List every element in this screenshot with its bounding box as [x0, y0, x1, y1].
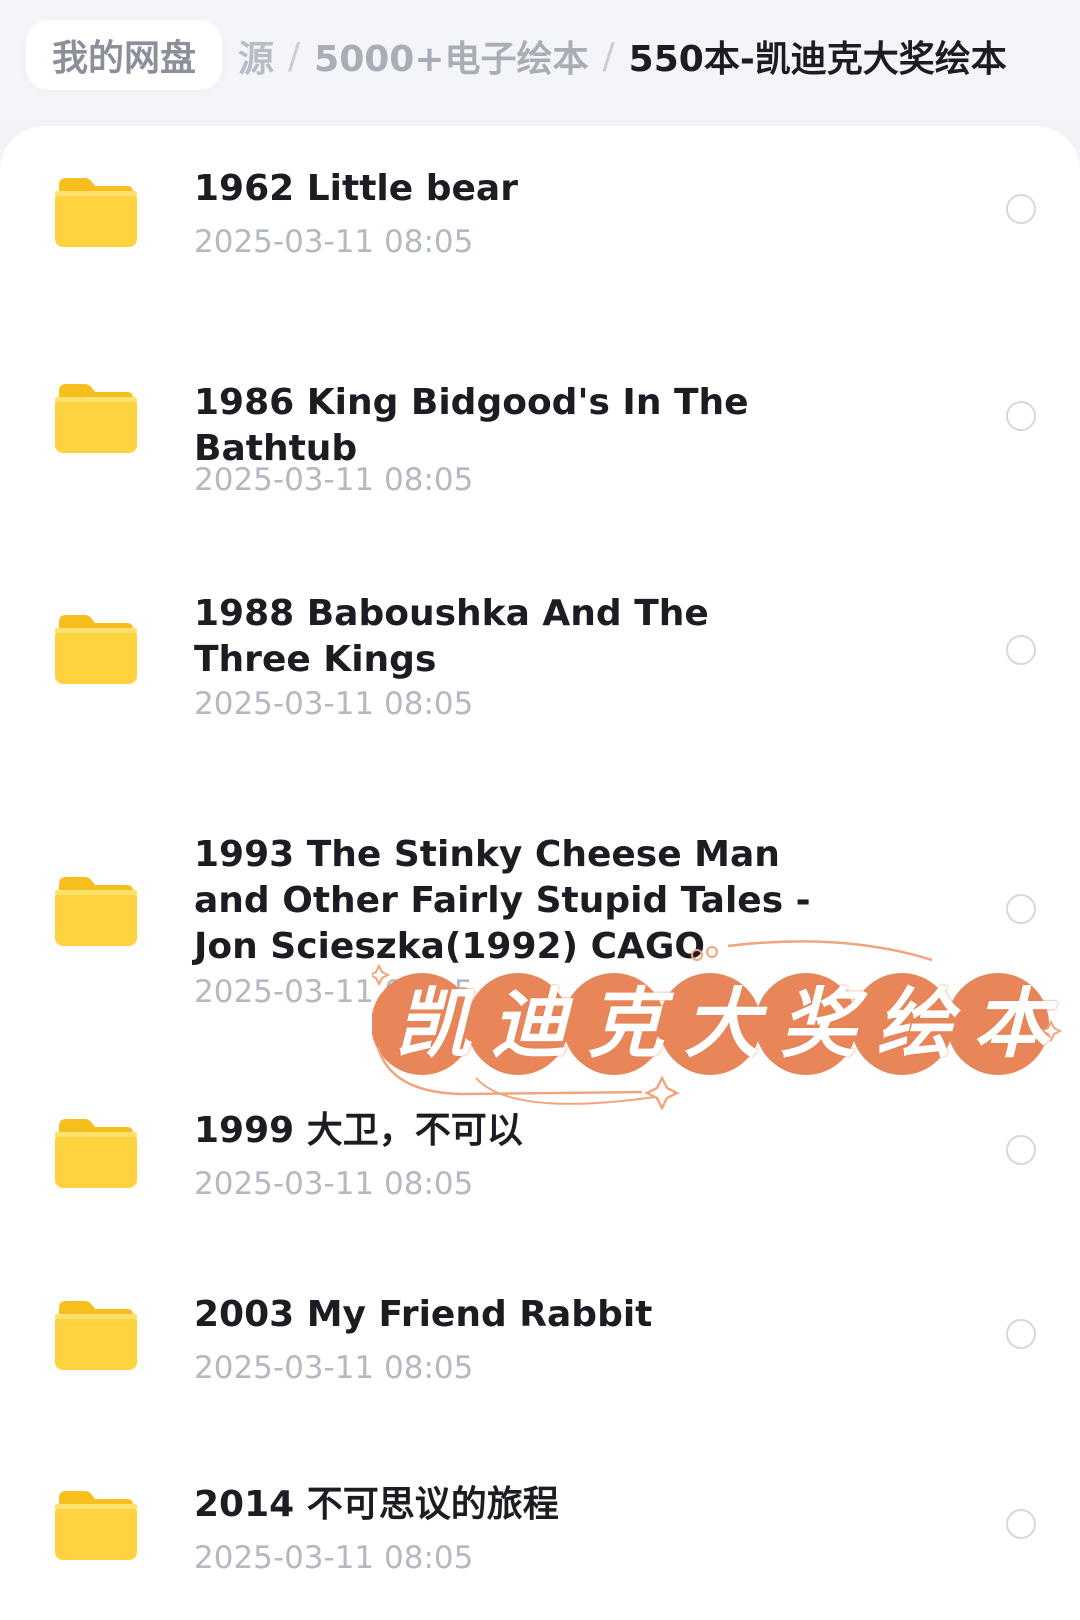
banner-title: 凯 迪 克 大 奖 绘 本 — [382, 974, 1062, 1074]
banner-char: 迪 — [491, 979, 568, 1068]
file-row[interactable]: 1962 Little bear 2025-03-11 08:05 — [0, 126, 1080, 332]
breadcrumb-separator: / — [288, 35, 301, 77]
select-checkbox[interactable] — [1006, 1319, 1036, 1349]
file-row[interactable]: 1986 King Bidgood's In The Bathtub 2025-… — [0, 332, 1080, 562]
file-row[interactable]: 2014 不可思议的旅程 2025-03-11 08:05 — [0, 1430, 1080, 1620]
select-checkbox[interactable] — [1006, 401, 1036, 431]
file-name: 1988 Baboushka And The Three Kings — [194, 593, 709, 680]
banner-char: 凯 — [395, 979, 471, 1068]
banner-char: 大 — [683, 979, 760, 1068]
banner-char: 本 — [972, 979, 1049, 1068]
select-checkbox[interactable] — [1006, 894, 1036, 924]
select-checkbox[interactable] — [1006, 194, 1036, 224]
file-name: 1962 Little bear — [194, 168, 518, 209]
file-date: 2025-03-11 08:05 — [194, 686, 474, 722]
file-date: 2025-03-11 08:05 — [194, 1350, 474, 1386]
breadcrumb: 我的网盘 源 / 5000+电子绘本 / 550本-凯迪克大奖绘本 — [0, 0, 1080, 120]
breadcrumb-separator: / — [602, 35, 615, 77]
folder-icon — [55, 175, 137, 247]
breadcrumb-path: 源 / 5000+电子绘本 / 550本-凯迪克大奖绘本 — [238, 30, 1007, 82]
select-checkbox[interactable] — [1006, 1509, 1036, 1539]
folder-icon — [55, 1298, 137, 1370]
file-date: 2025-03-11 08:05 — [194, 1166, 474, 1202]
folder-icon — [55, 1488, 137, 1560]
file-date: 2025-03-11 08:05 — [194, 1540, 474, 1576]
file-name: 2014 不可思议的旅程 — [194, 1484, 559, 1525]
promo-banner-overlay: 凯 迪 克 大 奖 绘 本 — [372, 938, 1080, 1118]
file-row[interactable]: 2003 My Friend Rabbit 2025-03-11 08:05 — [0, 1240, 1080, 1430]
breadcrumb-root-my-drive[interactable]: 我的网盘 — [26, 20, 223, 90]
folder-icon — [55, 1116, 137, 1188]
breadcrumb-current-folder: 550本-凯迪克大奖绘本 — [628, 39, 1007, 80]
banner-char: 奖 — [780, 979, 857, 1068]
folder-icon — [55, 612, 137, 684]
select-checkbox[interactable] — [1006, 635, 1036, 665]
file-date: 2025-03-11 08:05 — [194, 462, 474, 498]
breadcrumb-item-source[interactable]: 源 — [238, 30, 274, 82]
file-row[interactable]: 1988 Baboushka And The Three Kings 2025-… — [0, 562, 1080, 808]
folder-icon — [55, 381, 137, 453]
folder-icon — [55, 874, 137, 946]
banner-char: 克 — [587, 979, 664, 1068]
file-name: 1986 King Bidgood's In The Bathtub — [194, 382, 749, 469]
breadcrumb-item-ebooks[interactable]: 5000+电子绘本 — [314, 30, 588, 82]
file-date: 2025-03-11 08:05 — [194, 224, 474, 260]
file-list-panel: 1962 Little bear 2025-03-11 08:05 1986 K… — [0, 126, 1080, 1620]
select-checkbox[interactable] — [1006, 1135, 1036, 1165]
banner-char: 绘 — [876, 979, 953, 1068]
file-name: 2003 My Friend Rabbit — [194, 1294, 653, 1335]
